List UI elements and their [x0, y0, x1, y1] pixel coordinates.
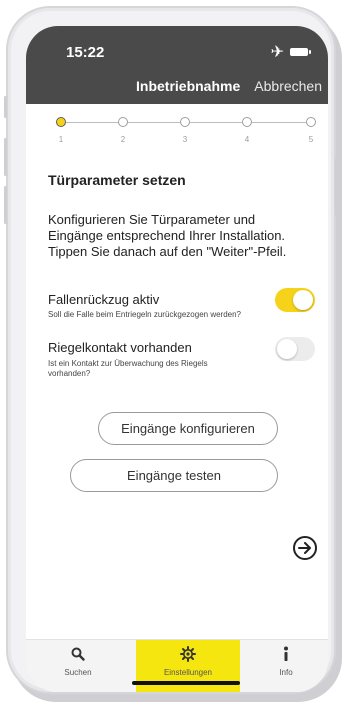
step-connector	[190, 122, 242, 123]
toggle-label-bolt-contact: Riegelkontakt vorhanden	[48, 340, 192, 355]
step-dot-4	[242, 117, 252, 127]
step-number-2: 2	[120, 135, 126, 144]
gear-icon	[180, 646, 196, 662]
toggle-sublabel-bolt-contact: Ist ein Kontakt zur Überwachung des Rieg…	[48, 359, 208, 378]
step-number-5: 5	[308, 135, 314, 144]
step-connector	[128, 122, 180, 123]
page-title: Inbetriebnahme	[136, 78, 241, 94]
configure-inputs-button[interactable]: Eingänge konfigurieren	[98, 412, 278, 445]
step-number-3: 3	[182, 135, 188, 144]
battery-icon	[290, 48, 311, 56]
step-number-4: 4	[244, 135, 250, 144]
step-connector	[66, 122, 118, 123]
tab-label-info: Info	[279, 668, 293, 677]
phone-frame: 15:22 ✈ Inbetriebnahme Abbrechen 1 2 3 4…	[4, 6, 338, 694]
step-dot-2	[118, 117, 128, 127]
search-icon	[71, 646, 85, 662]
progress-stepper: 1 2 3 4 5	[56, 114, 316, 154]
tab-search[interactable]: Suchen	[44, 640, 112, 692]
tab-label-settings: Einstellungen	[163, 668, 213, 677]
step-connector	[252, 122, 306, 123]
side-button-volume-up	[4, 138, 7, 176]
toggle-knob	[277, 339, 297, 359]
arrow-right-icon	[298, 542, 311, 554]
side-button-power	[335, 158, 338, 216]
step-dot-5	[306, 117, 316, 127]
bolt-contact-toggle[interactable]	[275, 337, 315, 361]
toggle-knob	[293, 290, 313, 310]
section-title: Türparameter setzen	[48, 172, 186, 188]
toggle-sublabel-latch-retraction: Soll die Falle beim Entriegeln zurückgez…	[48, 310, 241, 319]
side-button-volume-down	[4, 186, 7, 224]
toggle-label-latch-retraction: Fallenrückzug aktiv	[48, 292, 160, 307]
instructions-text: Konfigurieren Sie Türparameter und Eingä…	[48, 212, 287, 259]
latch-retraction-toggle[interactable]	[275, 288, 315, 312]
airplane-icon: ✈	[270, 44, 284, 61]
next-step-button[interactable]	[293, 536, 317, 560]
cancel-button[interactable]: Abbrechen	[254, 78, 322, 94]
info-icon	[282, 646, 290, 662]
step-dot-3	[180, 117, 190, 127]
status-icons: ✈	[270, 42, 311, 62]
test-inputs-button[interactable]: Eingänge testen	[70, 459, 278, 492]
app-screen: 15:22 ✈ Inbetriebnahme Abbrechen 1 2 3 4…	[26, 26, 328, 692]
step-dot-1	[56, 117, 66, 127]
status-time: 15:22	[66, 44, 105, 61]
home-indicator	[132, 681, 240, 685]
side-button-silent	[4, 96, 7, 118]
tab-label-search: Suchen	[64, 668, 92, 677]
step-number-1: 1	[58, 135, 64, 144]
tab-info[interactable]: Info	[258, 640, 314, 692]
header-bar: 15:22 ✈ Inbetriebnahme Abbrechen	[26, 26, 328, 104]
